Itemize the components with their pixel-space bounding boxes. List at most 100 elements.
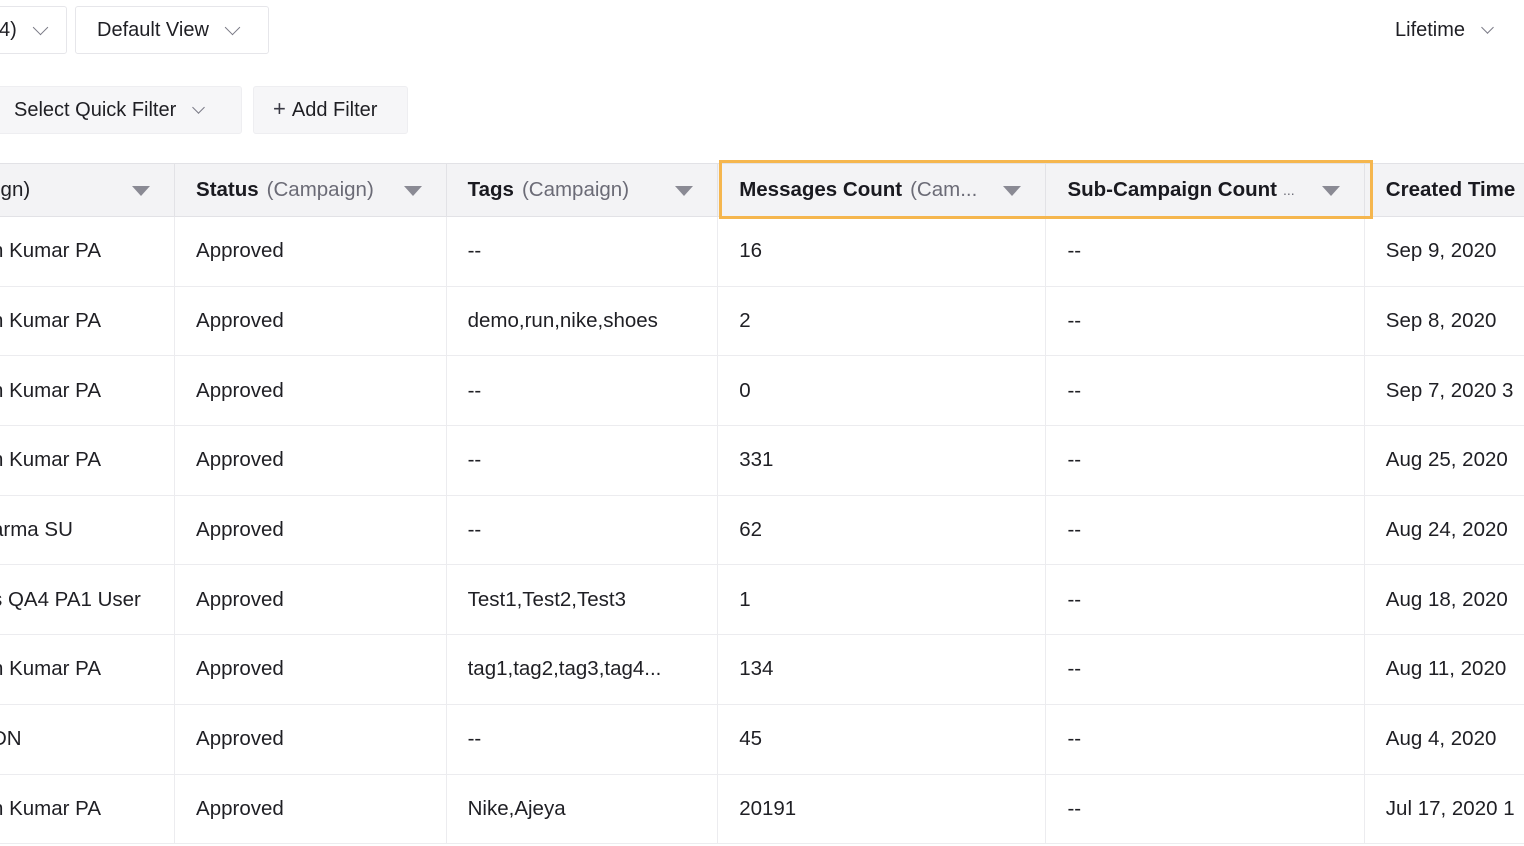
table-row[interactable]: n Kumar PA Approved -- 16 -- Sep 9, 2020 [0, 217, 1524, 287]
cell-owner: s QA4 PA1 User [0, 565, 176, 635]
cell-messages-count: 134 [718, 635, 1047, 704]
cell-sub-campaign-count: -- [1046, 286, 1365, 356]
table-row[interactable]: n Kumar PA Approved -- 331 -- Aug 25, 20… [0, 426, 1524, 496]
table-header-row: ign) Status (Campaign) Tags (Campaign) M… [0, 163, 1524, 217]
column-header-sublabel: (Campaign) [521, 178, 630, 201]
chevron-down-icon [224, 19, 241, 35]
cell-tags: -- [447, 217, 719, 286]
column-header-label: Tags [467, 178, 514, 201]
cell-status: Approved [175, 356, 447, 426]
quick-filter-dropdown[interactable]: Select Quick Filter [0, 86, 242, 134]
cell-messages-count: 1 [718, 565, 1047, 635]
sort-caret-icon[interactable] [1321, 186, 1340, 196]
column-header-created-time[interactable]: Created Time [1365, 164, 1524, 216]
owner-text: n Kumar PA [0, 448, 101, 472]
column-header-label: Messages Count [739, 178, 903, 201]
column-header-messages-count[interactable]: Messages Count (Cam... [718, 164, 1047, 216]
column-header-sublabel: ... [1283, 182, 1295, 198]
cell-sub-campaign-count: -- [1046, 565, 1365, 635]
cell-sub-campaign-count: -- [1046, 217, 1365, 286]
cell-status: Approved [175, 774, 447, 844]
chevron-down-icon [1481, 20, 1494, 34]
cell-tags: demo,run,nike,shoes [447, 286, 719, 356]
cell-tags: -- [447, 426, 719, 495]
table-row[interactable]: n Kumar PA Approved tag1,tag2,tag3,tag4.… [0, 635, 1524, 705]
cell-status: Approved [175, 426, 447, 495]
cell-tags: Test1,Test2,Test3 [447, 565, 719, 635]
plus-icon: + [273, 96, 286, 121]
owner-text: n Kumar PA [0, 796, 101, 820]
cell-sub-campaign-count: -- [1046, 495, 1365, 565]
cell-owner: n Kumar PA [0, 356, 176, 426]
table-row[interactable]: arma SU Approved -- 62 -- Aug 24, 2020 [0, 495, 1524, 566]
cell-messages-count: 2 [718, 286, 1047, 356]
cell-messages-count: 0 [718, 356, 1047, 426]
campaign-table: ign) Status (Campaign) Tags (Campaign) M… [0, 163, 1524, 845]
default-view-dropdown[interactable]: Default View [75, 6, 269, 54]
owner-text: arma SU [0, 518, 73, 542]
add-filter-button[interactable]: + Add Filter [253, 86, 408, 134]
cell-created-time: Sep 7, 2020 3 [1385, 378, 1514, 402]
owner-text: DN [0, 727, 22, 751]
quick-filter-label: Select Quick Filter [14, 98, 177, 121]
sort-caret-icon[interactable] [675, 186, 694, 196]
column-header-sublabel: (Cam... [910, 178, 978, 201]
cell-owner: n Kumar PA [0, 635, 176, 704]
cell-messages-count: 16 [718, 217, 1047, 286]
column-header-owner[interactable]: ign) [0, 164, 176, 216]
cell-owner: n Kumar PA [0, 426, 176, 495]
cell-tags: tag1,tag2,tag3,tag4... [447, 635, 719, 704]
column-header-sub-campaign-count[interactable]: Sub-Campaign Count ... [1046, 164, 1365, 216]
cell-messages-count: 20191 [718, 774, 1047, 844]
column-header-status[interactable]: Status (Campaign) [175, 164, 447, 216]
sort-caret-icon[interactable] [132, 186, 151, 196]
cell-created-time: Aug 11, 2020 [1385, 657, 1507, 681]
cell-sub-campaign-count: -- [1046, 356, 1365, 426]
view-selector-dropdown[interactable]: 4) [0, 6, 67, 54]
cell-sub-campaign-count: -- [1046, 635, 1365, 704]
add-filter-label: Add Filter [291, 98, 378, 121]
cell-messages-count: 62 [718, 495, 1047, 565]
cell-tags: Nike,Ajeya [447, 774, 719, 844]
owner-text: n Kumar PA [0, 239, 101, 263]
cell-status: Approved [175, 635, 447, 704]
cell-created-time: Jul 17, 2020 1 [1385, 796, 1515, 820]
cell-sub-campaign-count: -- [1046, 704, 1365, 774]
cell-messages-count: 45 [718, 704, 1047, 774]
cell-owner: n Kumar PA [0, 217, 176, 286]
owner-text: n Kumar PA [0, 378, 101, 402]
cell-created-time: Aug 24, 2020 [1385, 518, 1508, 542]
cell-status: Approved [175, 565, 447, 635]
owner-text: s QA4 PA1 User [0, 587, 141, 611]
cell-created-time: Aug 4, 2020 [1385, 727, 1497, 751]
table-row[interactable]: s QA4 PA1 User Approved Test1,Test2,Test… [0, 565, 1524, 636]
cell-sub-campaign-count: -- [1046, 774, 1365, 844]
column-header-label: Created Time [1385, 178, 1516, 201]
column-header-label: ign) [0, 178, 31, 201]
cell-status: Approved [175, 495, 447, 565]
cell-tags: -- [447, 495, 719, 565]
table-row[interactable]: n Kumar PA Approved -- 0 -- Sep 7, 2020 … [0, 356, 1524, 427]
cell-tags: -- [447, 356, 719, 426]
sort-caret-icon[interactable] [403, 186, 422, 196]
table-row[interactable]: n Kumar PA Approved demo,run,nike,shoes … [0, 286, 1524, 357]
cell-status: Approved [175, 704, 447, 774]
sort-caret-icon[interactable] [1003, 186, 1022, 196]
cell-created-time: Sep 9, 2020 [1385, 239, 1497, 263]
cell-owner: n Kumar PA [0, 286, 176, 356]
cell-created-time: Aug 25, 2020 [1385, 448, 1508, 472]
table-row[interactable]: DN Approved -- 45 -- Aug 4, 2020 [0, 704, 1524, 775]
time-range-label: Lifetime [1395, 18, 1466, 41]
time-range-dropdown[interactable]: Lifetime [1384, 6, 1514, 54]
column-header-label: Sub-Campaign Count [1067, 178, 1278, 201]
cell-status: Approved [175, 217, 447, 286]
cell-created-time: Sep 8, 2020 [1385, 309, 1497, 333]
chevron-down-icon [32, 19, 49, 35]
chevron-down-icon [192, 100, 206, 114]
table-row[interactable]: n Kumar PA Approved Nike,Ajeya 20191 -- … [0, 774, 1524, 845]
column-header-tags[interactable]: Tags (Campaign) [447, 164, 719, 216]
cell-messages-count: 331 [718, 426, 1047, 495]
cell-owner: n Kumar PA [0, 774, 176, 844]
owner-text: n Kumar PA [0, 657, 101, 681]
column-header-sublabel: (Campaign) [266, 178, 374, 201]
